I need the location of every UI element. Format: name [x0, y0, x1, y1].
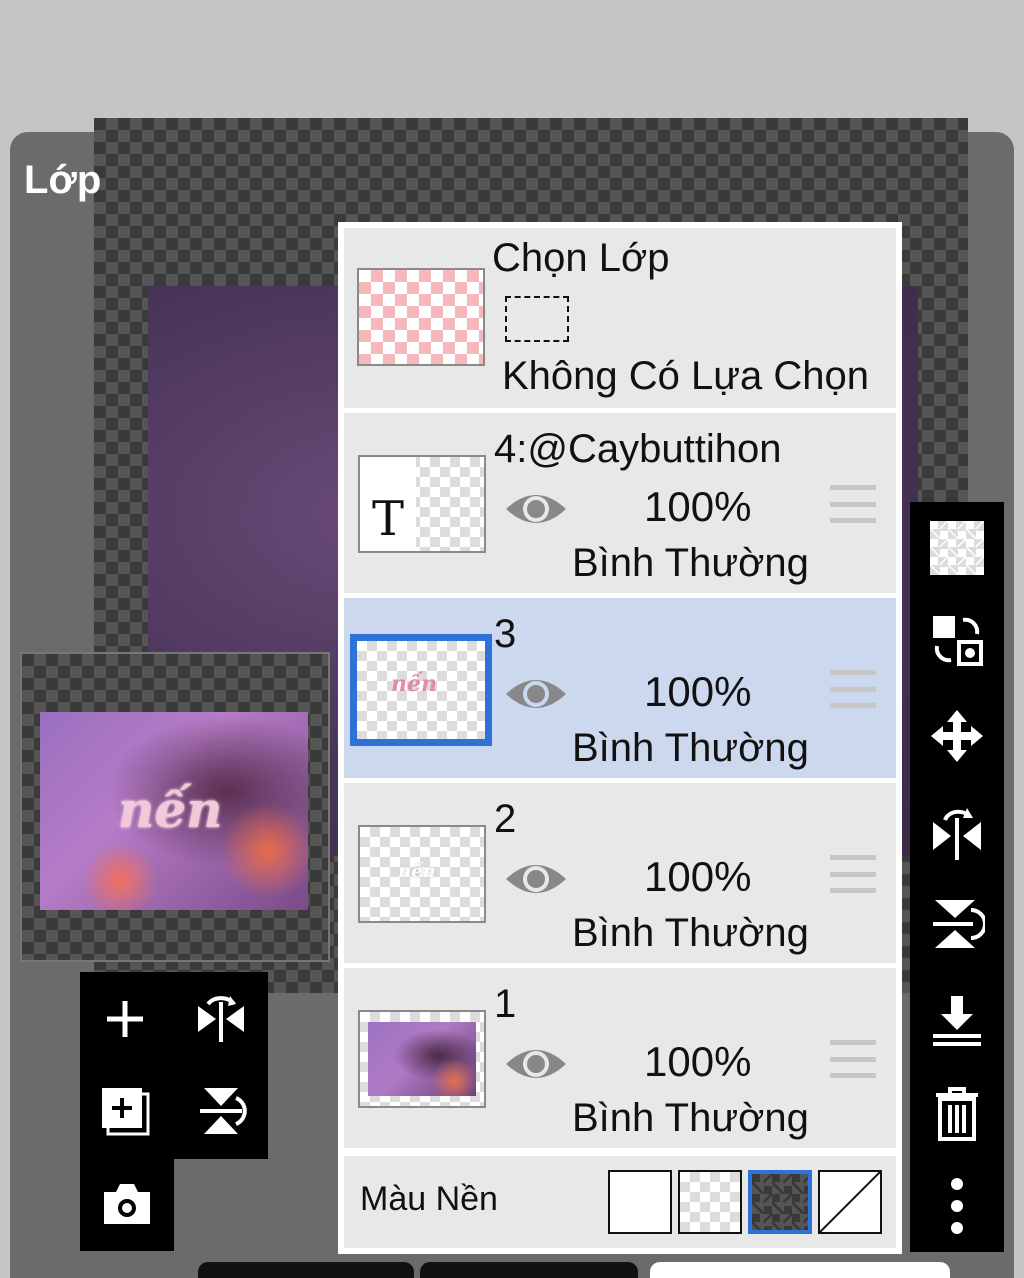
layer-opacity[interactable]: 100% — [644, 483, 751, 531]
bg-swatch-checker-light[interactable] — [678, 1170, 742, 1234]
swap-layer-icon — [933, 616, 983, 666]
layer-row[interactable]: nến 3 100% Bình Thường — [344, 598, 896, 778]
selection-thumbnail — [357, 268, 485, 366]
bottom-tab[interactable] — [420, 1262, 638, 1278]
layer-name: 1 — [494, 982, 517, 1026]
trash-icon — [936, 1087, 978, 1141]
eye-icon — [506, 865, 566, 893]
layer-blend-mode[interactable]: Bình Thường — [572, 911, 809, 956]
layer-blend-mode[interactable]: Bình Thường — [572, 541, 809, 586]
drag-handle-icon[interactable] — [830, 670, 876, 708]
add-layer-button[interactable] — [90, 984, 160, 1054]
drag-handle-icon[interactable] — [830, 855, 876, 893]
merge-down-icon — [933, 996, 981, 1046]
layer-name: 3 — [494, 612, 517, 656]
flip-horizontal-button[interactable] — [186, 984, 256, 1054]
layer-thumbnail — [358, 1010, 486, 1108]
layer-thumbnail: nến — [350, 634, 492, 746]
selection-status: Không Có Lựa Chọn — [502, 354, 870, 398]
layer-name: 4:@Caybuttihon — [494, 427, 782, 471]
bottom-tab[interactable] — [198, 1262, 414, 1278]
more-button[interactable] — [910, 1166, 1004, 1246]
visibility-toggle[interactable] — [504, 674, 568, 719]
background-color-row: Màu Nền — [344, 1156, 896, 1248]
move-icon — [931, 710, 983, 762]
layer-thumb-text: nến — [398, 861, 436, 882]
preview-word: nến — [118, 780, 223, 839]
layer-row[interactable]: 1 100% Bình Thường — [344, 968, 896, 1148]
left-toolbar-bottom — [80, 1159, 174, 1251]
add-canvas-layer-icon — [102, 1088, 150, 1136]
layer-thumbnail: T — [358, 455, 486, 553]
swap-layer-button[interactable] — [910, 600, 1004, 680]
flip-horizontal-layer-button[interactable] — [910, 792, 1004, 872]
camera-button[interactable] — [92, 1169, 162, 1239]
selection-title: Chọn Lớp — [492, 236, 670, 280]
bg-swatch-white[interactable] — [608, 1170, 672, 1234]
text-layer-icon: T — [372, 491, 405, 547]
layer-row[interactable]: nến 2 100% Bình Thường — [344, 783, 896, 963]
flip-vertical-icon — [933, 900, 985, 948]
layer-photo-thumbnail — [368, 1022, 476, 1096]
transparency-button[interactable] — [910, 508, 1004, 588]
visibility-toggle[interactable] — [504, 859, 568, 904]
bg-swatch-checker-dark[interactable] — [748, 1170, 812, 1234]
layer-name: 2 — [494, 797, 517, 841]
more-icon — [951, 1178, 963, 1234]
layer-opacity[interactable]: 100% — [644, 853, 751, 901]
flip-vertical-icon — [200, 1088, 247, 1134]
drag-handle-icon[interactable] — [830, 1040, 876, 1078]
drag-handle-icon[interactable] — [830, 485, 876, 523]
panel-title: Lớp — [24, 158, 102, 202]
move-button[interactable] — [910, 696, 1004, 776]
layer-opacity[interactable]: 100% — [644, 668, 751, 716]
camera-icon — [104, 1184, 150, 1224]
add-layer-icon — [107, 1001, 143, 1037]
bottom-tab[interactable] — [650, 1262, 950, 1278]
flip-vertical-layer-button[interactable] — [910, 884, 1004, 964]
visibility-toggle[interactable] — [504, 489, 568, 534]
eye-icon — [506, 680, 566, 708]
transparency-icon — [930, 521, 984, 575]
eye-icon — [506, 495, 566, 523]
bg-swatch-none[interactable] — [818, 1170, 882, 1234]
layer-blend-mode[interactable]: Bình Thường — [572, 726, 809, 771]
eye-icon — [506, 1050, 566, 1078]
layer-blend-mode[interactable]: Bình Thường — [572, 1096, 809, 1141]
layer-thumb-text: nến — [391, 671, 437, 697]
visibility-toggle[interactable] — [504, 1044, 568, 1089]
layer-opacity[interactable]: 100% — [644, 1038, 751, 1086]
background-color-label: Màu Nền — [360, 1180, 498, 1218]
flip-horizontal-icon — [198, 996, 244, 1042]
merge-down-button[interactable] — [910, 980, 1004, 1060]
right-toolbar — [910, 502, 1004, 1252]
left-toolbar — [80, 972, 268, 1159]
flip-horizontal-icon — [933, 808, 981, 860]
flip-vertical-button[interactable] — [186, 1076, 256, 1146]
delete-layer-button[interactable] — [910, 1074, 1004, 1154]
none-icon — [819, 1171, 881, 1233]
selection-marquee-icon — [505, 296, 569, 342]
layer-row[interactable]: T 4:@Caybuttihon 100% Bình Thường — [344, 413, 896, 593]
layer-thumbnail: nến — [358, 825, 486, 923]
add-canvas-layer-button[interactable] — [90, 1076, 160, 1146]
